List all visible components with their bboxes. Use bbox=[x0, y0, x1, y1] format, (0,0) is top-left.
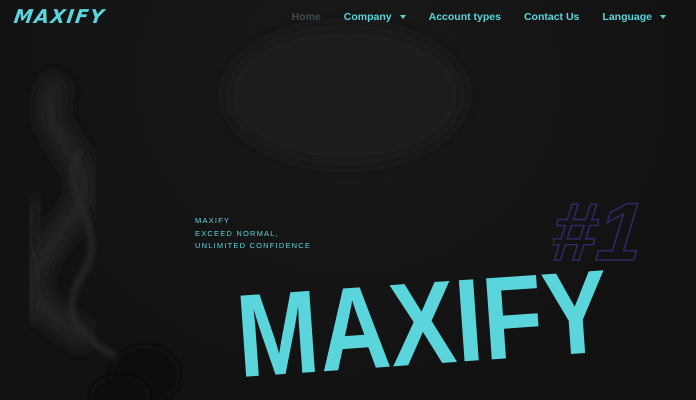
tagline-line: UNLIMITED CONFIDENCE bbox=[195, 241, 312, 250]
tagline-line: EXCEED NORMAL, bbox=[195, 228, 279, 238]
hero-title-text: MAXIFY bbox=[232, 258, 612, 378]
nav-item-home[interactable]: Home bbox=[292, 11, 321, 23]
nav-item-language[interactable]: Language bbox=[602, 11, 666, 23]
chevron-down-icon bbox=[399, 15, 406, 19]
hero-tagline: MAXIFY EXCEED NORMAL, UNLIMITED CONFIDEN… bbox=[195, 215, 311, 253]
nav-item-company[interactable]: Company bbox=[344, 11, 406, 23]
nav-item-label: Account types bbox=[428, 11, 501, 23]
tagline-line: MAXIFY bbox=[195, 216, 231, 225]
main-nav: Home Company Account types Contact Us La… bbox=[292, 11, 666, 23]
site-header: MAXIFY Home Company Account types Contac… bbox=[0, 0, 696, 36]
chevron-down-icon bbox=[660, 15, 666, 19]
nav-item-contact-us[interactable]: Contact Us bbox=[524, 11, 579, 23]
nav-item-label: Home bbox=[291, 11, 321, 23]
page: MAXIFY Home Company Account types Contac… bbox=[0, 0, 696, 400]
brand-logo[interactable]: MAXIFY bbox=[12, 6, 106, 28]
nav-item-label: Company bbox=[343, 11, 392, 23]
nav-item-label: Contact Us bbox=[523, 11, 580, 23]
nav-item-account-types[interactable]: Account types bbox=[429, 11, 501, 23]
nav-item-label: Language bbox=[602, 11, 652, 23]
hero-title: MAXIFY bbox=[232, 258, 612, 378]
